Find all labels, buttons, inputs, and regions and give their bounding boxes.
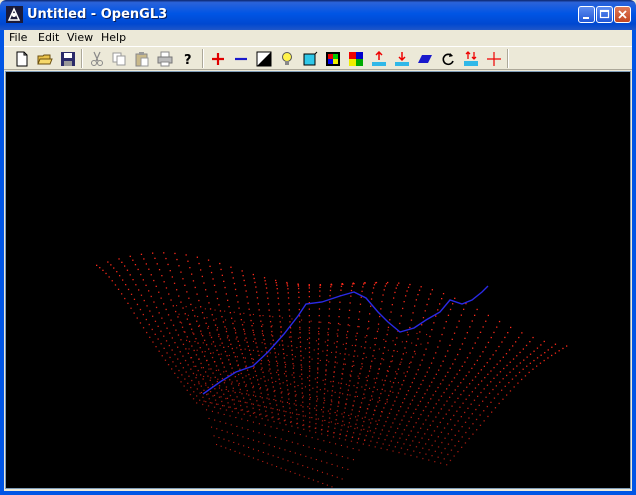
menu-edit[interactable]: Edit [38,31,59,44]
color-grid-icon [326,52,340,66]
opengl-viewport[interactable] [5,71,631,490]
app-window: Untitled - OpenGL3 File Edit View Help ? [0,0,636,495]
toolbar-separator [202,49,204,68]
paste-icon [135,52,149,67]
level-arrows-icon [464,51,478,66]
frame-icon [303,51,318,66]
level-arrows-button[interactable] [461,49,481,68]
minimize-button[interactable] [578,6,595,23]
copy-icon [112,52,126,66]
raise-level-button[interactable] [369,49,389,68]
window-frame-right [632,30,636,495]
color-grid-button[interactable] [323,49,343,68]
color-palette-icon [349,52,363,66]
zoom-out-minus-icon [235,57,247,61]
rotate-button[interactable] [438,49,458,68]
terrain-points [96,252,568,490]
menu-view[interactable]: View [67,31,93,44]
open-folder-icon [37,54,53,65]
crosshair-button[interactable] [484,49,504,68]
window-title: Untitled - OpenGL3 [27,7,168,22]
light-bulb-icon [282,52,292,65]
print-icon [157,51,173,67]
close-icon [618,10,627,19]
window-frame-bottom [0,491,636,495]
toolbar: ? [4,46,632,70]
window-frame-left [0,30,4,495]
frame-button[interactable] [300,49,320,68]
toolbar-separator [81,49,83,68]
cut-button[interactable] [87,49,107,68]
close-button[interactable] [614,6,631,23]
crosshair-icon [487,52,501,66]
menu-bar: File Edit View Help [4,30,632,46]
lower-level-icon [395,52,409,66]
zoom-out-button[interactable] [231,49,251,68]
save-button[interactable] [58,49,78,68]
minimize-icon [583,17,589,19]
contrast-icon [256,51,272,67]
app-icon [6,6,23,23]
color-palette-button[interactable] [346,49,366,68]
save-icon [61,52,75,66]
terrain-wireframe-scene [96,252,568,490]
lower-level-button[interactable] [392,49,412,68]
copy-button[interactable] [109,49,129,68]
raise-level-icon [372,51,386,66]
help-button[interactable]: ? [178,49,198,68]
plane-button[interactable] [415,49,435,68]
print-button[interactable] [155,49,175,68]
new-button[interactable] [12,49,32,68]
svg-text:?: ? [184,53,192,67]
cut-icon [91,51,103,66]
paste-button[interactable] [132,49,152,68]
menu-help[interactable]: Help [101,31,126,44]
zoom-in-button[interactable] [208,49,228,68]
new-document-icon [16,51,28,67]
title-bar[interactable]: Untitled - OpenGL3 [0,0,636,30]
maximize-icon [599,9,610,19]
plane-icon [418,55,432,63]
profile-line [202,285,489,395]
toolbar-separator [507,49,509,68]
zoom-in-plus-icon [212,53,224,65]
light-button[interactable] [277,49,297,68]
rotate-icon [442,53,454,66]
open-button[interactable] [35,49,55,68]
help-icon: ? [184,53,192,67]
maximize-button[interactable] [596,6,613,23]
contrast-button[interactable] [254,49,274,68]
menu-file[interactable]: File [9,31,27,44]
